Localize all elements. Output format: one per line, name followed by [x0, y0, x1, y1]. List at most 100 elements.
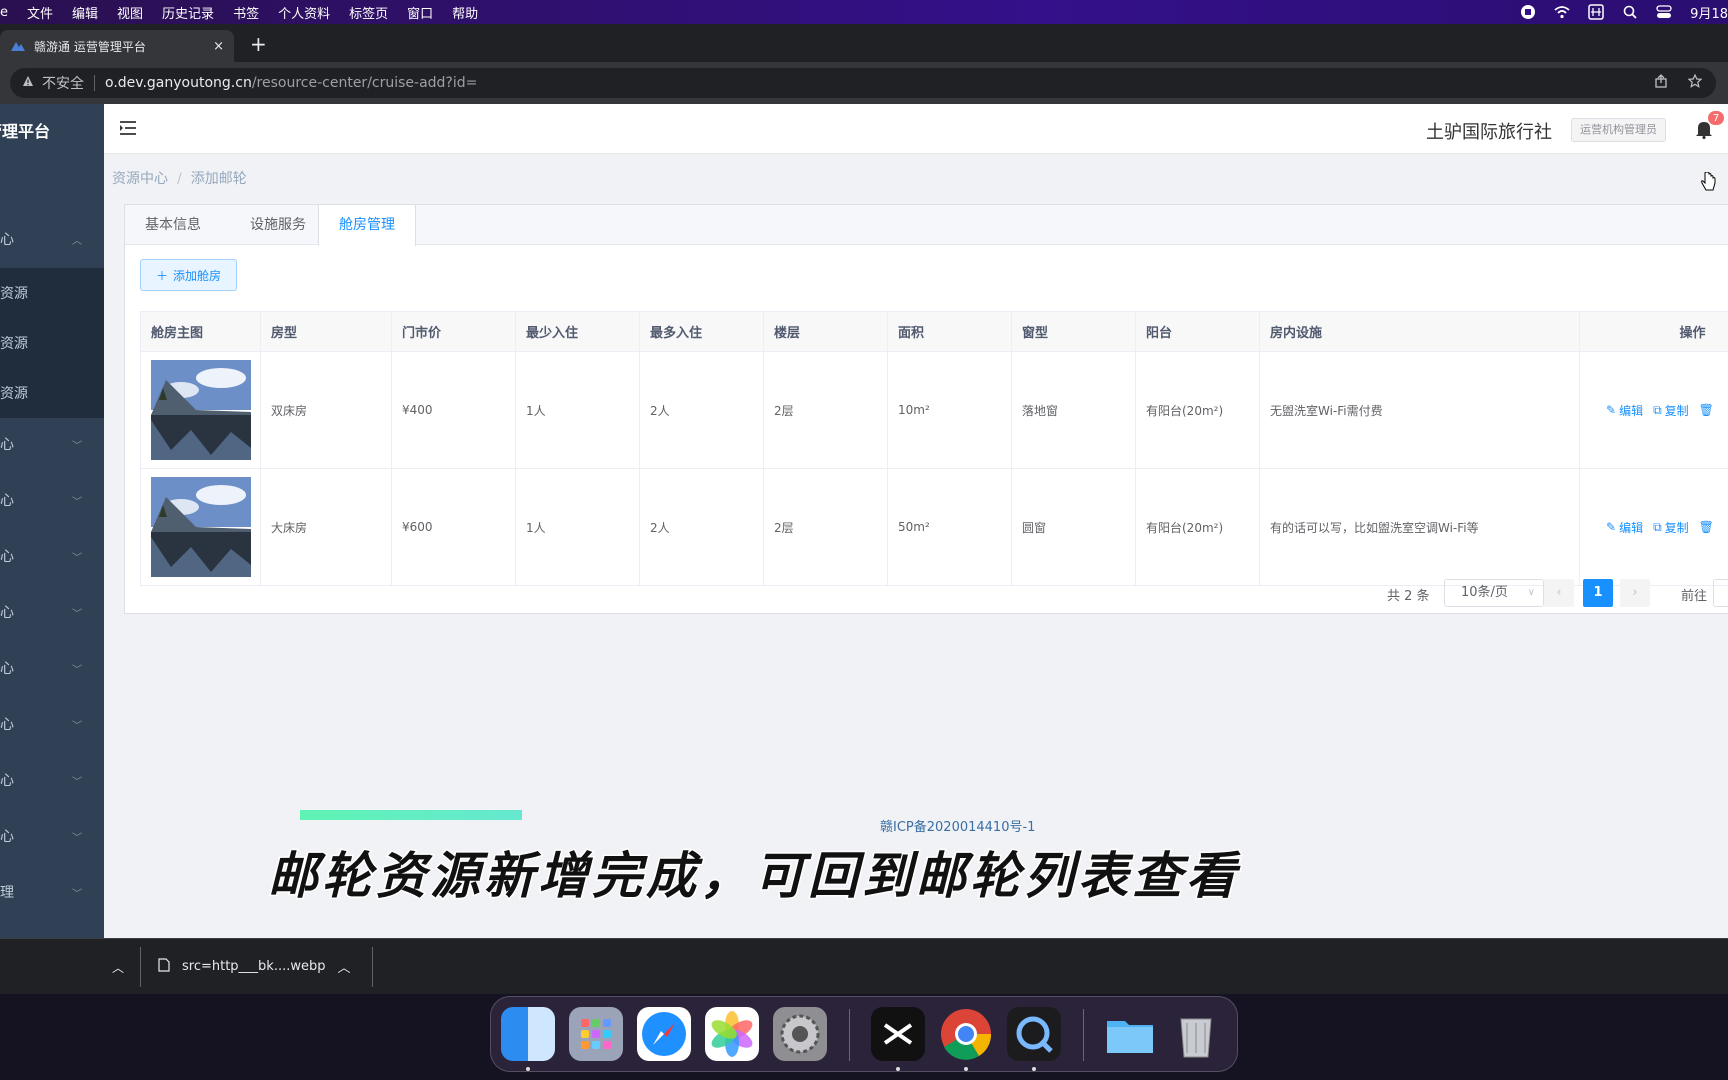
chevron-down-icon: ∨	[1527, 587, 1535, 598]
copy-button[interactable]: ⧉ 复制	[1653, 402, 1689, 419]
chevron-down-icon: ﹀	[72, 776, 82, 788]
menu-edit[interactable]: 编辑	[72, 3, 98, 22]
sidebar-subitem-2[interactable]: 资源	[0, 318, 104, 368]
download-shelf: ︿ src=http___bk....webp ︿	[0, 938, 1728, 994]
menu-bookmarks[interactable]: 书签	[233, 3, 259, 22]
spotlight-search-icon[interactable]	[1622, 5, 1638, 19]
sidebar-item-3[interactable]: 心 ﹀	[0, 475, 104, 525]
sidebar-item-10[interactable]: 理 ﹀	[0, 867, 104, 917]
control-center-icon[interactable]	[1656, 5, 1672, 19]
finder-icon[interactable]	[501, 1007, 555, 1061]
sidebar-subitem-3[interactable]: 资源	[0, 368, 104, 418]
download-separator	[372, 947, 373, 987]
input-method-icon[interactable]	[1588, 4, 1604, 20]
copy-button[interactable]: ⧉ 复制	[1653, 519, 1689, 536]
goto-page-input[interactable]	[1713, 579, 1728, 607]
col-header-balcony: 阳台	[1135, 311, 1260, 352]
col-header-floor: 楼层	[763, 311, 888, 352]
cabin-thumbnail[interactable]	[151, 477, 251, 577]
col-header-room-type: 房型	[260, 311, 392, 352]
sidebar-item-2[interactable]: 心 ﹀	[0, 419, 104, 469]
menu-tabs[interactable]: 标签页	[349, 3, 388, 22]
sidebar-item-8[interactable]: 心 ﹀	[0, 755, 104, 805]
menu-view[interactable]: 视图	[117, 3, 143, 22]
sidebar-item-resource-center[interactable]: 心 ︿	[0, 214, 104, 264]
trash-icon[interactable]	[1169, 1007, 1223, 1061]
breadcrumb-root[interactable]: 资源中心	[112, 171, 168, 187]
url-path: /resource-center/cruise-add?id=	[251, 75, 478, 91]
record-icon[interactable]	[1520, 5, 1536, 19]
sidebar-subitem-1[interactable]: 资源	[0, 268, 104, 318]
menu-history[interactable]: 历史记录	[162, 3, 214, 22]
wifi-icon[interactable]	[1554, 5, 1570, 19]
hand-cursor-icon	[1700, 171, 1716, 192]
sidebar-item-5[interactable]: 心 ﹀	[0, 587, 104, 637]
breadcrumb-current: 添加邮轮	[190, 171, 247, 187]
not-secure-label[interactable]: 不安全	[42, 73, 84, 93]
menu-window[interactable]: 窗口	[407, 3, 433, 22]
address-bar[interactable]: 不安全 o.dev.ganyoutong.cn /resource-center…	[10, 68, 1716, 98]
chrome-icon[interactable]	[939, 1007, 993, 1061]
delete-icon[interactable]: 🗑	[1699, 402, 1714, 419]
org-name: 土驴国际旅行社	[1426, 122, 1552, 143]
edit-button[interactable]: ✎ 编辑	[1606, 402, 1643, 419]
system-settings-icon[interactable]	[773, 1007, 827, 1061]
menu-profile[interactable]: 个人资料	[278, 3, 330, 22]
cell-room-type: 双床房	[260, 351, 392, 469]
page-size-select[interactable]: 10条/页 ∨	[1444, 579, 1544, 607]
folder-icon[interactable]	[1103, 1007, 1157, 1061]
tab-basic-info[interactable]: 基本信息	[125, 205, 221, 245]
cabin-thumbnail[interactable]	[151, 360, 251, 460]
cell-window: 圆窗	[1011, 468, 1136, 586]
sidebar-item-label: 理	[0, 885, 14, 901]
macos-menu-bar: e 文件 编辑 视图 历史记录 书签 个人资料 标签页 窗口 帮助 9月18	[0, 0, 1728, 24]
photos-icon[interactable]	[705, 1007, 759, 1061]
menu-fold-icon[interactable]	[120, 121, 136, 135]
download-item[interactable]: src=http___bk....webp ︿	[158, 957, 351, 976]
sidebar-item-label: 心	[0, 829, 14, 845]
warning-icon[interactable]	[22, 75, 34, 91]
notification-badge: 7	[1707, 110, 1725, 126]
chevron-up-icon[interactable]: ︿	[338, 957, 351, 976]
next-page-button[interactable]: ›	[1620, 579, 1650, 607]
page-number-1[interactable]: 1	[1583, 579, 1613, 607]
breadcrumb-separator: /	[177, 171, 182, 187]
sidebar-item-label: 心	[0, 717, 14, 733]
sidebar-item-label: 心	[0, 232, 14, 248]
icp-footer[interactable]: 赣ICP备2020014410号-1	[880, 816, 1035, 835]
cell-actions: ✎ 编辑 ⧉ 复制 🗑	[1579, 351, 1728, 469]
cell-actions: ✎ 编辑 ⧉ 复制 🗑	[1579, 468, 1728, 586]
menu-app-name[interactable]: e	[0, 5, 8, 20]
cell-area: 50m²	[887, 468, 1012, 586]
chevron-up-icon[interactable]: ︿	[112, 959, 124, 976]
table-row: 双床房 ¥400 1人 2人 2层 10m² 落地窗 有阳台(20m²) 无盥洗…	[140, 351, 1728, 469]
share-icon[interactable]	[1654, 74, 1668, 92]
menu-file[interactable]: 文件	[27, 3, 53, 22]
cell-price: ¥400	[391, 351, 516, 469]
prev-page-button[interactable]: ‹	[1544, 579, 1574, 607]
new-tab-button[interactable]: +	[250, 32, 267, 56]
browser-tab[interactable]: 赣游通 运营管理平台 ×	[0, 30, 234, 62]
tab-facilities[interactable]: 设施服务	[230, 205, 326, 245]
sidebar-item-9[interactable]: 心 ﹀	[0, 811, 104, 861]
close-tab-icon[interactable]: ×	[213, 39, 224, 54]
delete-icon[interactable]: 🗑	[1699, 519, 1714, 536]
bookmark-star-icon[interactable]	[1687, 73, 1703, 92]
add-cabin-button[interactable]: ＋ 添加舱房	[140, 259, 237, 291]
quicktime-icon[interactable]	[1007, 1007, 1061, 1061]
tab-cabin-management[interactable]: 舱房管理	[318, 205, 416, 246]
col-header-price: 门市价	[391, 311, 516, 352]
safari-icon[interactable]	[637, 1007, 691, 1061]
menubar-clock[interactable]: 9月18	[1690, 3, 1728, 22]
edit-button[interactable]: ✎ 编辑	[1606, 519, 1643, 536]
capcut-icon[interactable]	[871, 1007, 925, 1061]
sidebar-item-7[interactable]: 心 ﹀	[0, 699, 104, 749]
browser-toolbar: 不安全 o.dev.ganyoutong.cn /resource-center…	[0, 62, 1728, 104]
sidebar-item-4[interactable]: 心 ﹀	[0, 531, 104, 581]
launchpad-icon[interactable]	[569, 1007, 623, 1061]
top-navbar: 土驴国际旅行社 运营机构管理员 7	[104, 104, 1728, 154]
menu-help[interactable]: 帮助	[452, 3, 478, 22]
cell-area: 10m²	[887, 351, 1012, 469]
sidebar-item-6[interactable]: 心 ﹀	[0, 643, 104, 693]
video-progress-bar	[300, 810, 522, 820]
